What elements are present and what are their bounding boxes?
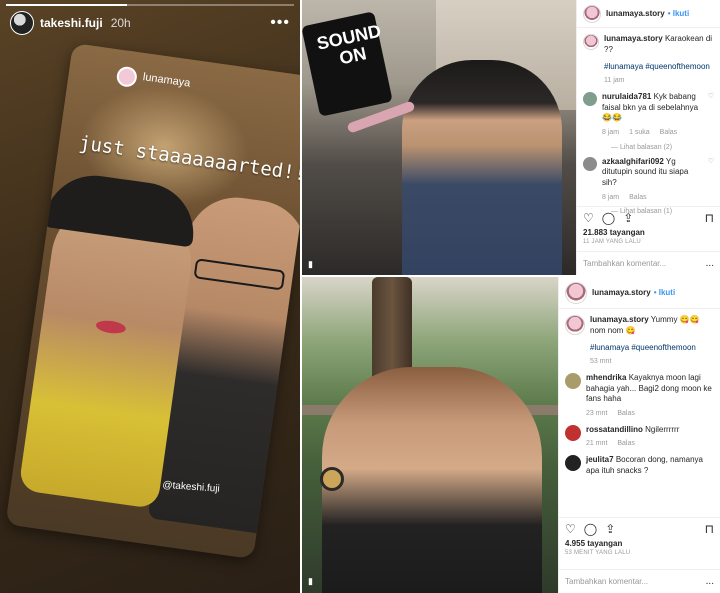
- story-username[interactable]: takeshi.fuji: [40, 16, 103, 30]
- add-comment-field[interactable]: Tambahkan komentar... ...: [559, 569, 720, 593]
- view-count[interactable]: 21.883 tayangan: [583, 228, 714, 237]
- caption-row: lunamaya.story Karaokean di ?? #lunamaya…: [583, 34, 714, 86]
- avatar[interactable]: [583, 4, 601, 23]
- avatar[interactable]: [10, 11, 34, 35]
- karaoke-video[interactable]: SOUND ON ▮: [302, 0, 576, 275]
- comment-username[interactable]: mhendrika: [586, 373, 626, 382]
- follow-button[interactable]: • Ikuti: [668, 9, 689, 18]
- view-replies-label: Lihat balasan (2): [619, 143, 673, 151]
- comment-time: 8 jam: [602, 129, 620, 137]
- post-age: 53 MENIT YANG LALU: [565, 550, 631, 556]
- singer: [402, 60, 562, 275]
- story-progress-bar: [6, 4, 294, 6]
- story-header: takeshi.fuji 20h •••: [0, 8, 300, 38]
- follow-label: Ikuti: [658, 288, 676, 297]
- bookmark-icon[interactable]: ⊓: [705, 211, 714, 225]
- post2-panel: lunamaya.story • Ikuti lunamaya.story Yu…: [558, 277, 720, 593]
- heart-icon[interactable]: ♡: [565, 522, 576, 536]
- avatar[interactable]: [565, 281, 587, 304]
- comment-icon[interactable]: ◯: [584, 522, 597, 536]
- comment-username[interactable]: jeulita7: [586, 455, 614, 464]
- list-item: mhendrika Kayaknya moon lagi bahagia yah…: [565, 372, 714, 419]
- comment-icon[interactable]: ◯: [602, 211, 615, 225]
- post2-actions: ♡ ◯ ⇪ ⊓ 4.955 tayangan 53 MENIT YANG LAL…: [559, 517, 720, 560]
- avatar[interactable]: [565, 454, 581, 471]
- avatar[interactable]: [565, 424, 581, 441]
- share-icon[interactable]: ⇪: [605, 522, 615, 536]
- list-item: nurulaida781 Kyk babang faisal bkn ya di…: [583, 91, 714, 138]
- list-item: rossatandillino Ngilerrrrrr 21 mnt Balas: [565, 424, 714, 449]
- comment-username[interactable]: rossatandillino: [586, 425, 643, 434]
- heart-icon[interactable]: ♡: [583, 211, 594, 225]
- woman-eating: [322, 367, 542, 593]
- caption-hashtags[interactable]: #lunamaya #queenofthemoon: [590, 343, 714, 354]
- post-age: 11 JAM YANG LALU: [583, 239, 641, 245]
- reply-button[interactable]: Balas: [617, 410, 635, 417]
- comment-username[interactable]: nurulaida781: [602, 92, 651, 101]
- follow-button[interactable]: • Ikuti: [654, 288, 675, 297]
- post1-header: lunamaya.story • Ikuti: [577, 0, 720, 28]
- comment-time: 23 mnt: [586, 410, 608, 418]
- post1-panel: lunamaya.story • Ikuti lunamaya.story Ka…: [576, 0, 720, 275]
- video-icon: ▮: [308, 259, 313, 269]
- comment-time: 21 mnt: [586, 440, 608, 448]
- caption-username[interactable]: lunamaya.story: [604, 34, 663, 43]
- story-time: 20h: [110, 16, 131, 30]
- post1-actions: ♡ ◯ ⇪ ⊓ 21.883 tayangan 11 JAM YANG LALU: [577, 206, 720, 249]
- post2-header: lunamaya.story • Ikuti: [559, 277, 720, 309]
- more-icon[interactable]: ...: [706, 258, 714, 269]
- reply-button[interactable]: Balas: [617, 440, 635, 447]
- story-viewer: takeshi.fuji 20h ••• lunamaya just staaa…: [0, 0, 300, 593]
- post1-comments: lunamaya.story Karaokean di ?? #lunamaya…: [577, 28, 720, 215]
- view-count[interactable]: 4.955 tayangan: [565, 539, 714, 548]
- avatar[interactable]: [583, 156, 597, 171]
- post2-comments: lunamaya.story Yummy 😋😋 nom nom 😋 #lunam…: [559, 309, 720, 476]
- caption-hashtags[interactable]: #lunamaya #queenofthemoon: [604, 62, 714, 73]
- add-comment-placeholder: Tambahkan komentar...: [583, 259, 667, 268]
- avatar[interactable]: [565, 372, 581, 389]
- comment-text: Ngilerrrrrr: [645, 424, 680, 434]
- post2-username[interactable]: lunamaya.story: [592, 288, 651, 297]
- share-icon[interactable]: ⇪: [623, 211, 633, 225]
- avatar[interactable]: [565, 315, 585, 335]
- comment-username[interactable]: azkaalghifari092: [602, 157, 664, 166]
- add-comment-field[interactable]: Tambahkan komentar... ...: [577, 251, 720, 275]
- snack-video[interactable]: ▮: [302, 277, 558, 593]
- caption-username[interactable]: lunamaya.story: [590, 315, 649, 324]
- bookmark-icon[interactable]: ⊓: [705, 522, 714, 536]
- comment-time: 8 jam: [602, 194, 620, 202]
- add-comment-placeholder: Tambahkan komentar...: [565, 577, 649, 586]
- story-progress-fill: [6, 4, 127, 6]
- avatar[interactable]: [583, 34, 599, 50]
- view-replies-link[interactable]: — Lihat balasan (2): [611, 144, 714, 151]
- caption-time: 11 jam: [604, 77, 625, 85]
- more-icon[interactable]: •••: [270, 14, 290, 32]
- mention-avatar[interactable]: [115, 65, 139, 89]
- more-icon[interactable]: ...: [706, 576, 714, 587]
- wristwatch: [320, 467, 344, 491]
- caption-time: 53 mnt: [590, 358, 612, 366]
- avatar[interactable]: [583, 91, 597, 106]
- reply-button[interactable]: Balas: [660, 129, 678, 136]
- comment-likes[interactable]: 1 suka: [629, 129, 650, 136]
- reply-button[interactable]: Balas: [629, 194, 647, 201]
- heart-icon[interactable]: ♡: [708, 92, 714, 138]
- list-item: jeulita7 Bocoran dong, namanya apa ituh …: [565, 454, 714, 477]
- list-item: azkaalghifari092 Yg ditutupin sound itu …: [583, 156, 714, 203]
- follow-label: Ikuti: [672, 9, 690, 18]
- post1-username[interactable]: lunamaya.story: [606, 9, 665, 18]
- heart-icon[interactable]: ♡: [708, 157, 714, 203]
- caption-row: lunamaya.story Yummy 😋😋 nom nom 😋 #lunam…: [565, 315, 714, 367]
- video-icon: ▮: [308, 576, 313, 586]
